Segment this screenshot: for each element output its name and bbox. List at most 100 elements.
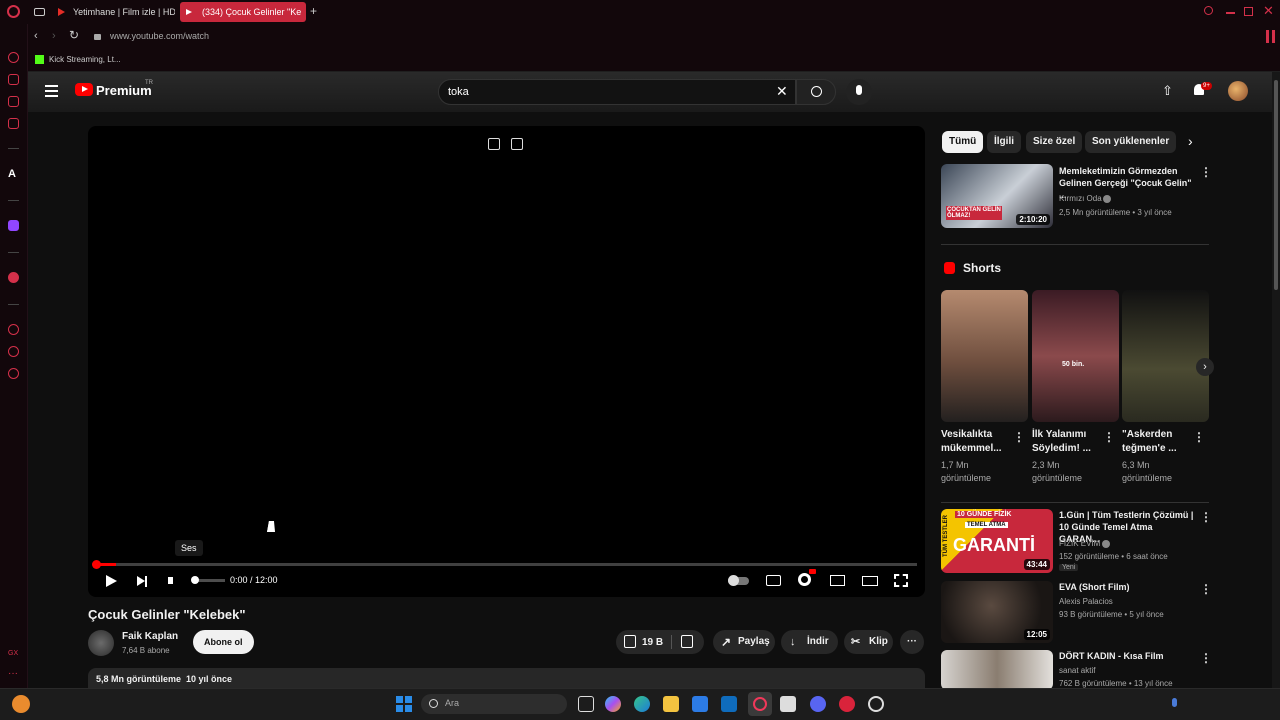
short-menu-icon[interactable]: ⋮ — [1193, 430, 1205, 444]
miniplayer-overlay-icon[interactable] — [488, 138, 500, 150]
next-button[interactable] — [137, 576, 145, 586]
extensions-icon[interactable] — [8, 346, 19, 357]
video-channel[interactable]: Kırmızı Oda — [1059, 192, 1102, 205]
like-button[interactable] — [624, 635, 636, 648]
store-icon[interactable] — [692, 696, 708, 712]
video-menu-icon[interactable]: ⋮ — [1200, 582, 1212, 596]
sidebar-toggle-icon[interactable] — [1266, 30, 1269, 43]
miniplayer-icon[interactable] — [830, 575, 845, 586]
short-thumbnail[interactable]: 50 bin. — [1032, 290, 1119, 422]
volume-knob[interactable] — [191, 576, 199, 584]
short-menu-icon[interactable]: ⋮ — [1013, 430, 1025, 444]
subtitles-icon[interactable] — [766, 575, 781, 586]
video-thumbnail[interactable] — [941, 650, 1053, 688]
app-ring-icon[interactable] — [868, 696, 884, 712]
description-box[interactable]: 5,8 Mn görüntüleme 10 yıl önce — [88, 668, 925, 688]
menu-icon[interactable] — [45, 85, 58, 87]
upload-icon[interactable]: ⇧ — [1162, 83, 1173, 99]
chip-all[interactable]: Tümü — [942, 131, 984, 153]
tab-overview-icon[interactable] — [34, 8, 45, 16]
calculator-icon[interactable] — [780, 696, 796, 712]
video-thumbnail[interactable]: 12:05 — [941, 581, 1053, 643]
video-menu-icon[interactable]: ⋮ — [1200, 165, 1212, 179]
progress-track[interactable] — [92, 560, 917, 569]
video-channel[interactable]: sanat aktif — [1059, 664, 1095, 677]
twitch-icon[interactable] — [8, 220, 19, 231]
bookmark-kick[interactable]: Kick Streaming, Lt... — [49, 55, 121, 64]
settings-icon[interactable] — [8, 368, 19, 379]
aria-icon[interactable] — [8, 52, 19, 63]
volume-icon[interactable] — [168, 577, 173, 584]
close-icon[interactable]: ✕ — [1263, 3, 1274, 19]
clear-search-icon[interactable]: ✕ — [776, 83, 788, 100]
taskbar-search-input[interactable]: Ara — [421, 694, 567, 714]
url-field[interactable]: www.youtube.com/watch — [110, 31, 209, 41]
share-button[interactable]: ↗ Paylaş — [713, 630, 775, 654]
app-red-icon[interactable] — [839, 696, 855, 712]
maximize-icon[interactable] — [1244, 7, 1253, 16]
video-menu-icon[interactable]: ⋮ — [1200, 510, 1212, 524]
page-scrollbar[interactable] — [1272, 72, 1280, 688]
short-thumbnail[interactable] — [1122, 290, 1209, 422]
scrollbar-thumb[interactable] — [1274, 80, 1278, 290]
short-title[interactable]: Vesikalıkta mükemmel... — [941, 428, 1009, 456]
edge-icon[interactable] — [634, 696, 650, 712]
tray-mic-icon[interactable] — [1172, 698, 1177, 707]
exit-icon[interactable] — [511, 138, 523, 150]
clip-button[interactable]: ✂ Klip — [844, 630, 893, 654]
settings-gear-icon[interactable] — [798, 573, 811, 586]
video-channel[interactable]: FİZİK EVİM — [1059, 537, 1100, 550]
gallery-icon[interactable] — [8, 96, 19, 107]
mail-icon[interactable] — [8, 118, 19, 129]
crypto-wallet-icon[interactable] — [8, 74, 19, 85]
video-menu-icon[interactable]: ⋮ — [1200, 651, 1212, 665]
minimize-icon[interactable] — [1226, 12, 1235, 14]
chip-related[interactable]: İlgili — [987, 131, 1021, 153]
video-thumbnail[interactable]: ÇOCUKTAN GELİN OLMAZ! 2:10:20 — [941, 164, 1053, 228]
discord-icon[interactable] — [810, 696, 826, 712]
short-thumbnail[interactable] — [941, 290, 1028, 422]
start-button-icon[interactable] — [396, 696, 412, 712]
progress-scrubber[interactable] — [92, 560, 101, 569]
outlook-icon[interactable] — [721, 696, 737, 712]
weather-widget-icon[interactable] — [12, 695, 30, 713]
history-icon[interactable] — [8, 324, 19, 335]
video-player[interactable]: Ses 0:00 / 12:00 — [88, 126, 925, 597]
video-thumbnail[interactable]: 10 GÜNDE FİZİK TEMEL ATMA TÜM TESTLER GA… — [941, 509, 1053, 573]
search-input[interactable]: toka ✕ — [438, 79, 796, 105]
video-channel[interactable]: Alexis Palacios — [1059, 595, 1113, 608]
video-title-link[interactable]: EVA (Short Film) — [1059, 581, 1194, 593]
subscribe-button[interactable]: Abone ol — [193, 630, 254, 654]
more-icon[interactable]: ··· — [8, 668, 18, 679]
tab-active-video[interactable]: (334) Çocuk Gelinler "Ke — [180, 2, 306, 22]
copilot-icon[interactable] — [605, 696, 621, 712]
avatar[interactable] — [1228, 81, 1248, 101]
gx-corner-icon[interactable]: GX — [8, 650, 18, 657]
shorts-next-button[interactable]: › — [1196, 358, 1214, 376]
music-player-icon[interactable] — [8, 272, 19, 283]
short-title[interactable]: "Askerden teğmen'e ... — [1122, 428, 1190, 456]
more-actions-button[interactable]: ··· — [900, 630, 924, 654]
chip-for-you[interactable]: Size özel — [1026, 131, 1083, 153]
new-tab-button[interactable]: + — [310, 4, 317, 18]
download-button[interactable]: ↓ İndir — [781, 630, 838, 654]
channel-name[interactable]: Faik Kaplan — [122, 631, 178, 642]
channel-avatar[interactable] — [88, 630, 114, 656]
fullscreen-icon[interactable] — [894, 574, 908, 587]
task-view-icon[interactable] — [578, 696, 594, 712]
voice-search-button[interactable] — [846, 79, 872, 105]
file-explorer-icon[interactable] — [663, 696, 679, 712]
tab-yetimhane[interactable]: Yetimhane | Film izle | HD — [55, 2, 175, 22]
play-button[interactable] — [106, 575, 117, 587]
reload-icon[interactable]: ↻ — [69, 28, 79, 42]
chip-recent[interactable]: Son yüklenenler — [1085, 131, 1177, 153]
video-title-link[interactable]: DÖRT KADIN - Kısa Film — [1059, 650, 1194, 662]
back-icon[interactable]: ‹ — [34, 30, 38, 42]
search-tabs-icon[interactable] — [1204, 6, 1213, 15]
short-title[interactable]: İlk Yalanımı Söyledim! ... — [1032, 428, 1100, 456]
short-menu-icon[interactable]: ⋮ — [1103, 430, 1115, 444]
search-button[interactable] — [796, 79, 836, 105]
chips-next-icon[interactable]: › — [1188, 133, 1193, 149]
theater-mode-icon[interactable] — [862, 576, 878, 586]
forward-icon[interactable]: › — [52, 30, 56, 42]
